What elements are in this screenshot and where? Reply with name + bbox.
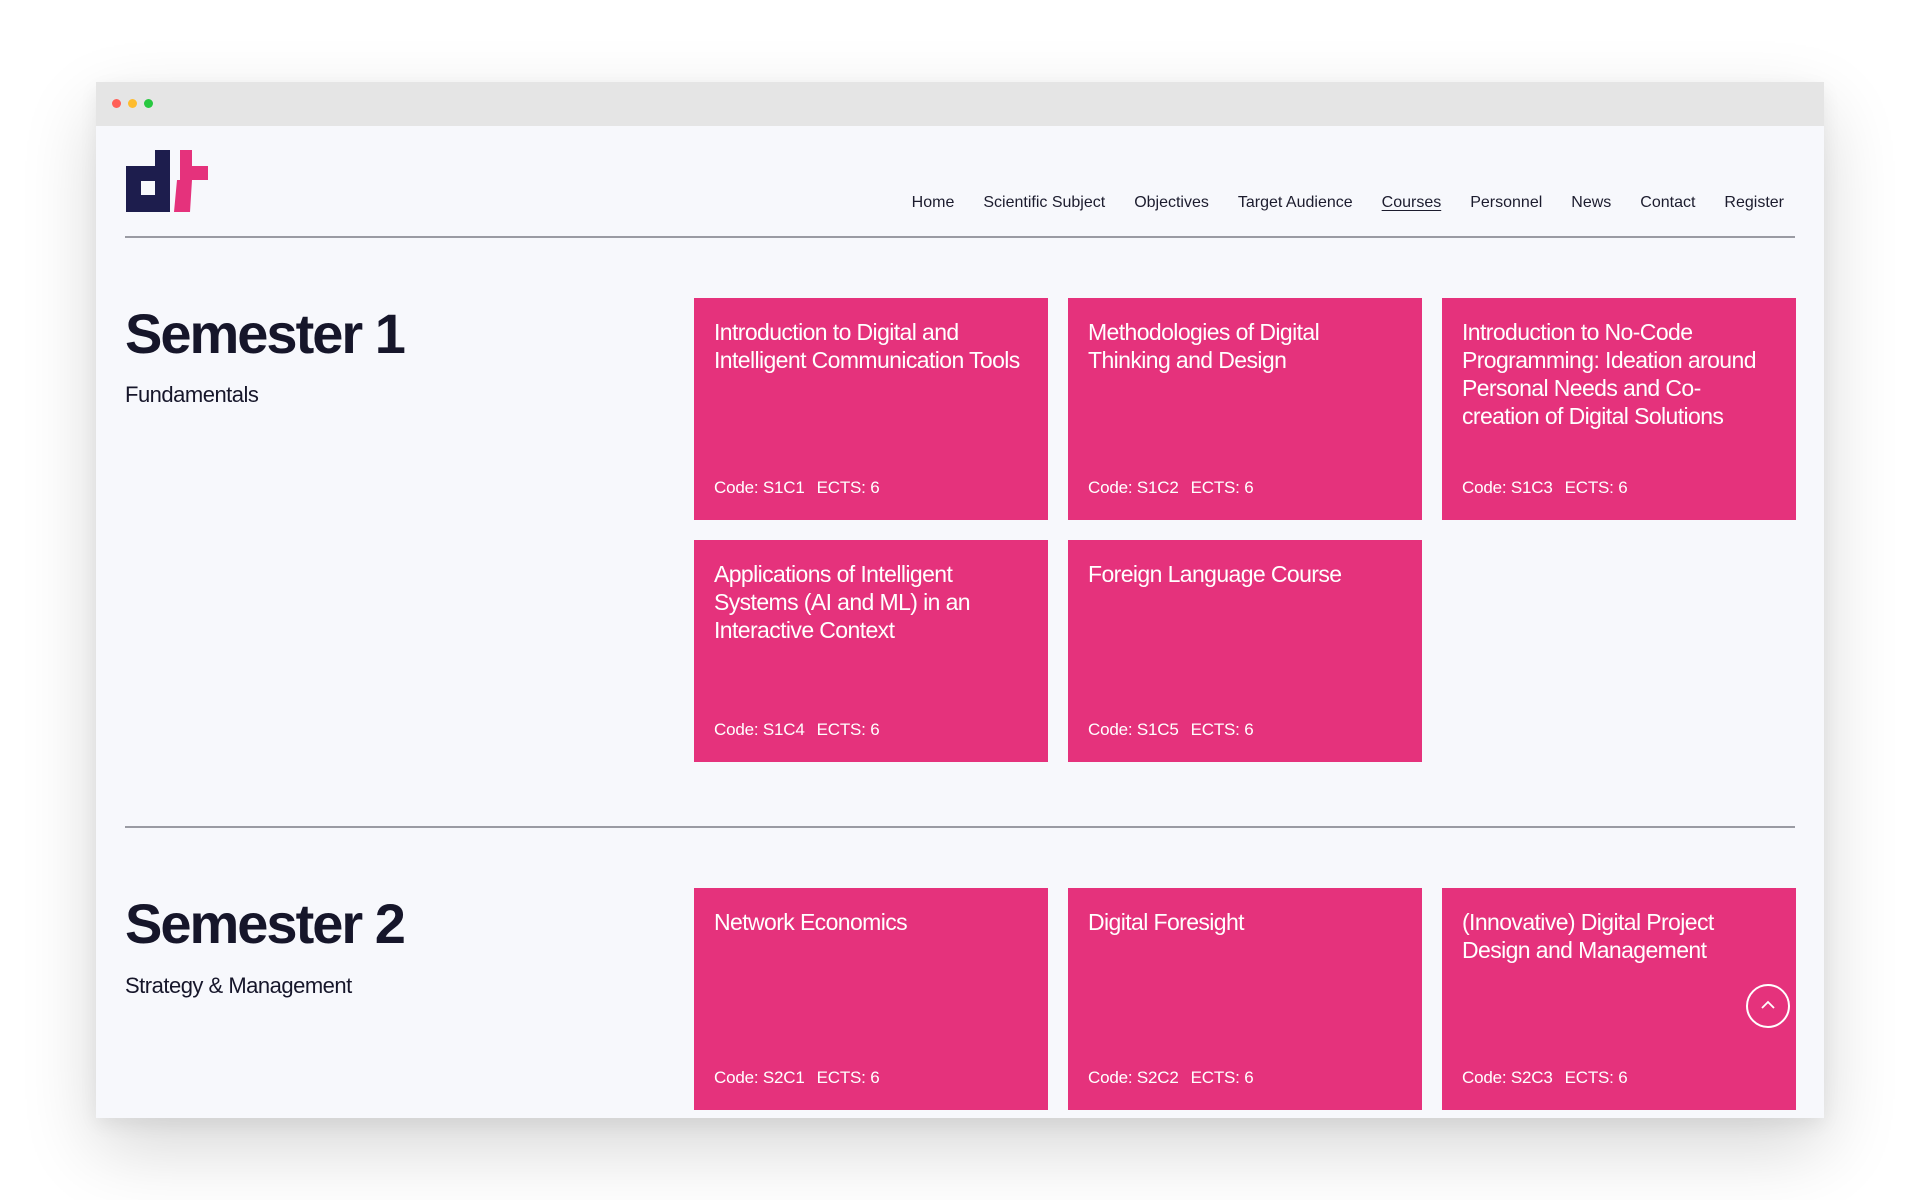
- course-ects: ECTS: 6: [816, 1068, 880, 1087]
- course-code: Code: S1C3: [1462, 478, 1553, 497]
- nav-scientific-subject[interactable]: Scientific Subject: [983, 194, 1105, 212]
- course-meta: Code: S1C5 ECTS: 6: [1088, 720, 1254, 740]
- course-card-s1c2[interactable]: Methodologies of Digital Thinking and De…: [1068, 298, 1422, 520]
- page-content: Home Scientific Subject Objectives Targe…: [96, 126, 1824, 1118]
- nav-home[interactable]: Home: [912, 194, 955, 212]
- course-ects: ECTS: 6: [1190, 478, 1254, 497]
- maximize-window-button[interactable]: [144, 99, 153, 108]
- semester-1-courses: Introduction to Digital and Intelligent …: [694, 298, 1796, 762]
- semester-1-title: Semester 1: [125, 302, 406, 365]
- course-code: Code: S2C2: [1088, 1068, 1179, 1087]
- course-title: Methodologies of Digital Thinking and De…: [1088, 319, 1320, 373]
- semester-2-courses: Network Economics Code: S2C1 ECTS: 6 Digi…: [694, 888, 1796, 1110]
- window-titlebar: [96, 82, 1824, 126]
- nav-contact[interactable]: Contact: [1640, 194, 1695, 212]
- course-code: Code: S1C1: [714, 478, 805, 497]
- course-card-s2c1[interactable]: Network Economics Code: S2C1 ECTS: 6: [694, 888, 1048, 1110]
- course-meta: Code: S1C2 ECTS: 6: [1088, 478, 1254, 498]
- course-card-s1c5[interactable]: Foreign Language Course Code: S1C5 ECTS: …: [1068, 540, 1422, 762]
- nav-target-audience[interactable]: Target Audience: [1238, 194, 1353, 212]
- course-title: Introduction to No-Code Programming: Ide…: [1462, 319, 1756, 429]
- course-card-s1c1[interactable]: Introduction to Digital and Intelligent …: [694, 298, 1048, 520]
- header-divider: [125, 236, 1795, 238]
- course-card-s2c3[interactable]: (Innovative) Digital Project Design and …: [1442, 888, 1796, 1110]
- semester-2-subtitle: Strategy & Management: [125, 973, 352, 998]
- course-card-s1c4[interactable]: Applications of Intelligent Systems (AI …: [694, 540, 1048, 762]
- logo[interactable]: [126, 150, 208, 212]
- course-code: Code: S1C5: [1088, 720, 1179, 739]
- semester-1-subtitle: Fundamentals: [125, 382, 259, 407]
- course-title: Applications of Intelligent Systems (AI …: [714, 561, 971, 643]
- course-meta: Code: S2C1 ECTS: 6: [714, 1068, 880, 1088]
- scroll-to-top-button[interactable]: [1746, 984, 1790, 1028]
- chevron-up-icon: [1761, 1000, 1775, 1009]
- nav-courses[interactable]: Courses: [1382, 194, 1442, 212]
- course-ects: ECTS: 6: [816, 478, 880, 497]
- nav-register[interactable]: Register: [1724, 194, 1784, 212]
- course-ects: ECTS: 6: [1190, 1068, 1254, 1087]
- browser-window: Home Scientific Subject Objectives Targe…: [96, 82, 1824, 1118]
- course-meta: Code: S2C3 ECTS: 6: [1462, 1068, 1628, 1088]
- course-title: Introduction to Digital and Intelligent …: [714, 319, 1020, 373]
- course-code: Code: S2C1: [714, 1068, 805, 1087]
- main-nav: Home Scientific Subject Objectives Targe…: [912, 194, 1784, 212]
- minimize-window-button[interactable]: [128, 99, 137, 108]
- course-meta: Code: S2C2 ECTS: 6: [1088, 1068, 1254, 1088]
- course-meta: Code: S1C1 ECTS: 6: [714, 478, 880, 498]
- course-ects: ECTS: 6: [1564, 478, 1628, 497]
- course-meta: Code: S1C4 ECTS: 6: [714, 720, 880, 740]
- course-ects: ECTS: 6: [1564, 1068, 1628, 1087]
- close-window-button[interactable]: [112, 99, 121, 108]
- nav-news[interactable]: News: [1571, 194, 1611, 212]
- semester-2-title: Semester 2: [125, 892, 406, 955]
- nav-personnel[interactable]: Personnel: [1470, 194, 1542, 212]
- nav-objectives[interactable]: Objectives: [1134, 194, 1209, 212]
- course-title: (Innovative) Digital Project Design and …: [1462, 909, 1714, 963]
- course-ects: ECTS: 6: [1190, 720, 1254, 739]
- course-card-s1c3[interactable]: Introduction to No-Code Programming: Ide…: [1442, 298, 1796, 520]
- course-code: Code: S2C3: [1462, 1068, 1553, 1087]
- course-title: Foreign Language Course: [1088, 561, 1342, 587]
- course-title: Network Economics: [714, 909, 908, 935]
- course-card-s2c2[interactable]: Digital Foresight Code: S2C2 ECTS: 6: [1068, 888, 1422, 1110]
- course-ects: ECTS: 6: [816, 720, 880, 739]
- course-meta: Code: S1C3 ECTS: 6: [1462, 478, 1628, 498]
- course-title: Digital Foresight: [1088, 909, 1245, 935]
- section-divider: [125, 826, 1795, 828]
- course-code: Code: S1C2: [1088, 478, 1179, 497]
- course-code: Code: S1C4: [714, 720, 805, 739]
